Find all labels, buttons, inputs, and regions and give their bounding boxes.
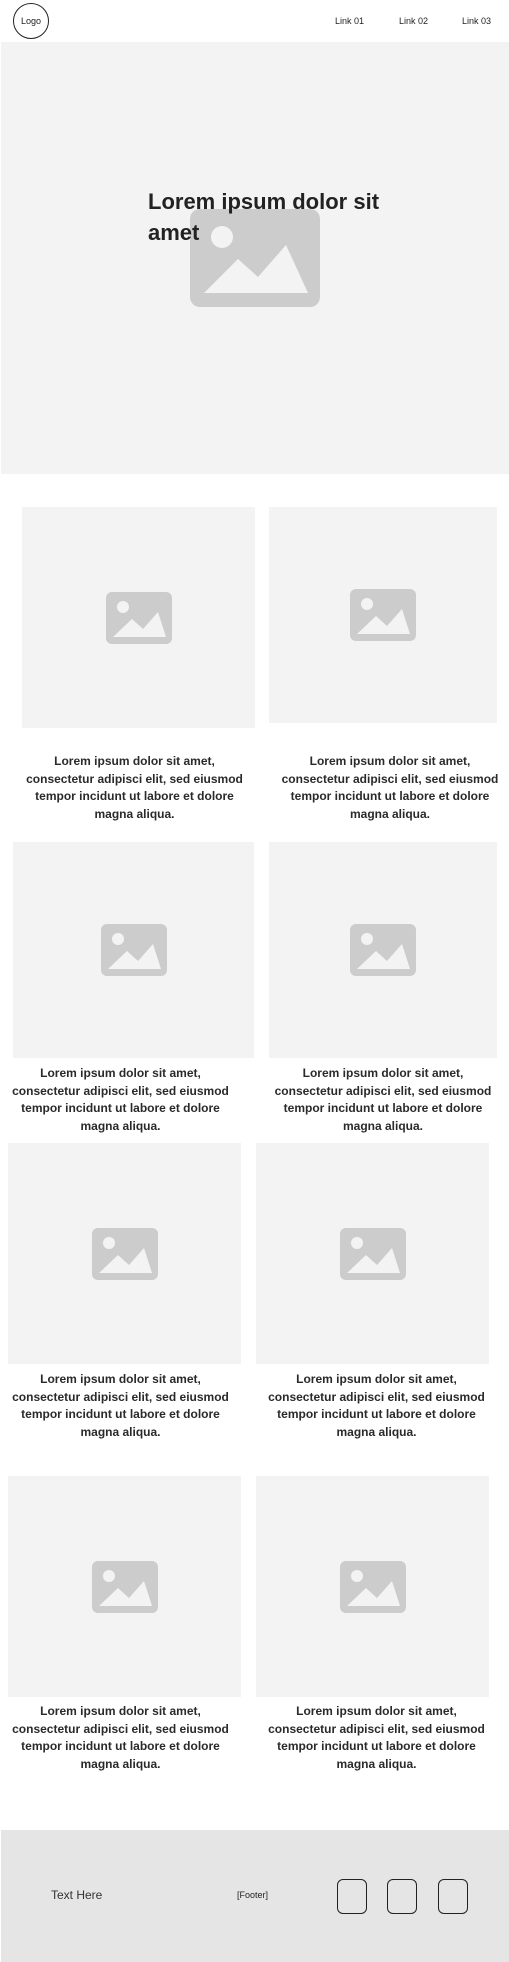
card-image [13,842,254,1058]
card-text: Lorem ipsum dolor sit amet, consectetur … [12,1372,229,1439]
header: Logo Link 01 Link 02 Link 03 [0,0,509,42]
footer-text: Text Here [51,1888,103,1902]
card-text: Lorem ipsum dolor sit amet, consectetur … [12,1704,229,1771]
image-placeholder-icon [91,1227,158,1280]
image-placeholder-icon [350,589,416,641]
hero-title: Lorem ipsum dolor sit amet [148,189,380,245]
card-image [256,1143,489,1364]
nav-link-01[interactable]: Link 01 [335,16,364,26]
card-text: Lorem ipsum dolor sit amet, consectetur … [281,754,499,821]
image-placeholder-icon [339,1560,406,1613]
nav-link-03[interactable]: Link 03 [462,16,491,26]
logo[interactable]: Logo [13,3,49,39]
card-text: Lorem ipsum dolor sit amet, consectetur … [26,754,243,821]
social-icon[interactable] [438,1879,468,1914]
card-text: Lorem ipsum dolor sit amet, consectetur … [268,1704,485,1771]
card-text: Lorem ipsum dolor sit amet, consectetur … [268,1372,485,1439]
image-placeholder-icon [105,591,172,644]
card-image [256,1476,489,1697]
image-placeholder-icon [350,924,416,976]
hero-banner [1,42,509,474]
card-image [22,507,255,728]
card-image [8,1476,241,1697]
image-placeholder-icon [91,1560,158,1613]
card-text: Lorem ipsum dolor sit amet, consectetur … [274,1066,492,1133]
card-image [269,507,497,723]
card-text: Lorem ipsum dolor sit amet, consectetur … [12,1066,229,1133]
image-placeholder-icon [339,1227,406,1280]
card-image [269,842,497,1058]
social-icon[interactable] [337,1879,367,1914]
nav-link-02[interactable]: Link 02 [399,16,428,26]
card-image [8,1143,241,1364]
footer-label: [Footer] [237,1890,269,1900]
social-icon[interactable] [387,1879,417,1914]
image-placeholder-icon [100,924,167,976]
